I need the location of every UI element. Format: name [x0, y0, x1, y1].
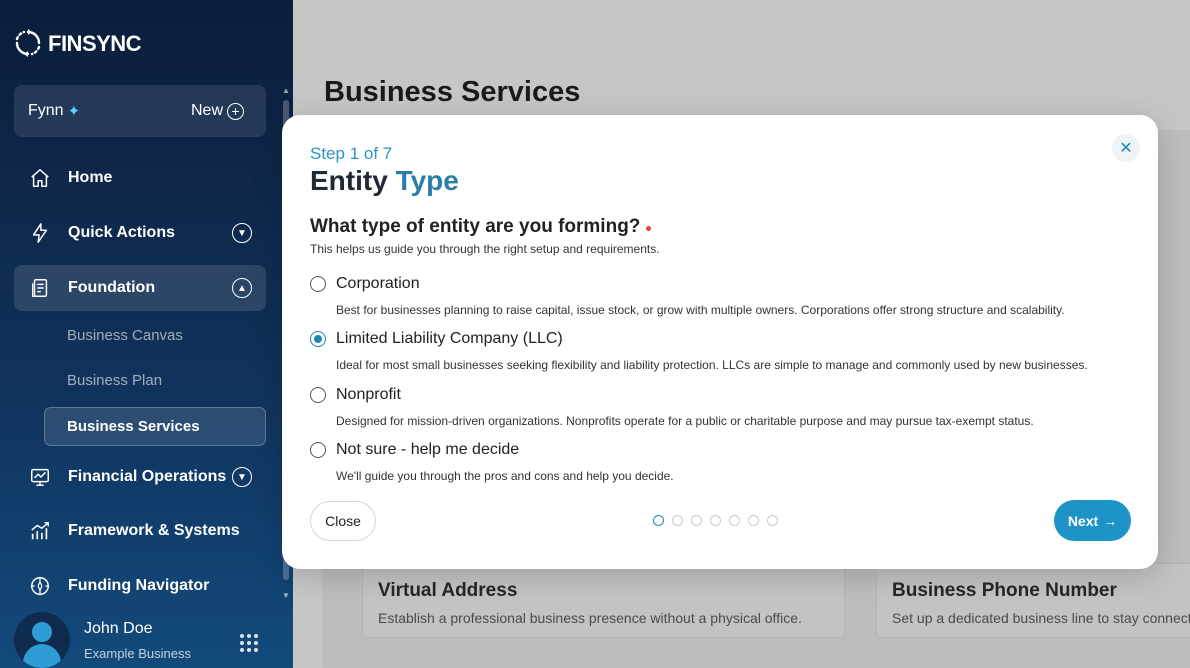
- close-button[interactable]: Close: [310, 501, 376, 541]
- sparkle-icon: ✦: [67, 103, 81, 120]
- option-description: Designed for mission-driven organization…: [336, 414, 1034, 428]
- radio-llc[interactable]: [310, 331, 326, 347]
- plus-circle-icon: +: [227, 102, 244, 120]
- next-button[interactable]: Next →: [1054, 500, 1131, 541]
- option-label: Limited Liability Company (LLC): [336, 330, 563, 347]
- assistant-button[interactable]: Fynn ✦: [28, 102, 80, 120]
- nav-label: Financial Operations: [68, 468, 227, 485]
- modal-title: Entity Type: [310, 165, 459, 197]
- nav-label: Quick Actions: [68, 224, 175, 241]
- scroll-down-icon[interactable]: ▼: [282, 591, 290, 600]
- document-icon: [28, 276, 52, 300]
- assistant-bar: Fynn ✦ New +: [14, 85, 266, 137]
- nav-home[interactable]: Home: [14, 155, 266, 201]
- close-icon[interactable]: ✕: [1112, 134, 1140, 162]
- user-business: Example Business: [84, 646, 191, 661]
- option-nonprofit[interactable]: Nonprofit Designed for mission-driven or…: [310, 386, 1130, 428]
- option-description: Best for businesses planning to raise ca…: [336, 303, 1065, 317]
- lightning-icon: [28, 221, 52, 245]
- compass-icon: [28, 574, 52, 598]
- option-label: Nonprofit: [336, 386, 401, 403]
- radio-nonprofit[interactable]: [310, 387, 326, 403]
- nav-label: Foundation: [68, 279, 156, 296]
- option-description: We'll guide you through the pros and con…: [336, 469, 674, 483]
- nav-label: Home: [68, 169, 113, 186]
- assistant-name: Fynn: [28, 102, 64, 119]
- next-label: Next: [1067, 512, 1099, 529]
- step-dot: [672, 515, 683, 526]
- step-dot: [767, 515, 778, 526]
- radio-not-sure[interactable]: [310, 442, 326, 458]
- required-indicator: [646, 225, 652, 231]
- option-corporation[interactable]: Corporation Best for businesses planning…: [310, 275, 1130, 317]
- option-label: Corporation: [336, 275, 420, 292]
- sub-business-services[interactable]: Business Services: [44, 407, 266, 446]
- avatar: [14, 612, 70, 668]
- entity-type-modal: Step 1 of 7 Entity Type ✕ What type of e…: [282, 115, 1158, 569]
- page-title: Business Services: [324, 76, 581, 108]
- nav-foundation[interactable]: Foundation ▲: [14, 265, 266, 311]
- chevron-down-icon[interactable]: ▼: [232, 467, 252, 487]
- nav-funding-navigator[interactable]: Funding Navigator: [14, 563, 266, 609]
- brand-name: FINSYNC: [48, 31, 142, 56]
- card-description: Establish a professional business presen…: [378, 610, 802, 626]
- option-label: Not sure - help me decide: [336, 441, 520, 458]
- option-description: Ideal for most small businesses seeking …: [336, 358, 1088, 372]
- title-part-1: Entity: [310, 165, 396, 196]
- question-text: What type of entity are you forming?: [310, 216, 641, 237]
- sub-business-canvas[interactable]: Business Canvas: [67, 327, 183, 344]
- card-title: Virtual Address: [378, 580, 518, 601]
- title-part-2: Type: [395, 165, 459, 196]
- nav-quick-actions[interactable]: Quick Actions ▼: [14, 210, 266, 256]
- nav-label: Framework & Systems: [68, 522, 240, 539]
- question-label: What type of entity are you forming?: [310, 216, 652, 238]
- chevron-down-icon[interactable]: ▼: [232, 223, 252, 243]
- apps-grid-icon[interactable]: [240, 634, 258, 652]
- option-not-sure[interactable]: Not sure - help me decide We'll guide yo…: [310, 441, 1130, 483]
- step-dot: [653, 515, 664, 526]
- chevron-up-icon[interactable]: ▲: [232, 278, 252, 298]
- nav-framework-systems[interactable]: Framework & Systems: [14, 508, 266, 554]
- step-indicator: Step 1 of 7: [310, 144, 393, 163]
- user-profile[interactable]: John Doe Example Business: [14, 612, 274, 668]
- card-title: Business Phone Number: [892, 580, 1117, 601]
- step-dot: [691, 515, 702, 526]
- sidebar: FINSYNC Fynn ✦ New + Home Quick Actions …: [0, 0, 293, 668]
- radio-corporation[interactable]: [310, 276, 326, 292]
- arrow-right-icon: →: [1103, 512, 1118, 529]
- option-llc[interactable]: Limited Liability Company (LLC) Ideal fo…: [310, 330, 1130, 372]
- home-icon: [28, 166, 52, 190]
- question-helper: This helps us guide you through the righ…: [310, 242, 660, 256]
- monitor-chart-icon: [28, 465, 52, 489]
- nav-label: Funding Navigator: [68, 577, 210, 594]
- new-label: New: [190, 102, 223, 119]
- service-card-virtual-address[interactable]: Virtual Address Establish a professional…: [362, 563, 845, 638]
- step-dot: [748, 515, 759, 526]
- scroll-up-icon[interactable]: ▲: [282, 86, 290, 95]
- user-name: John Doe: [84, 620, 153, 637]
- card-description: Set up a dedicated business line to stay…: [892, 610, 1190, 626]
- growth-chart-icon: [28, 519, 52, 543]
- sync-logo-icon: [15, 29, 41, 57]
- step-progress-dots: [653, 515, 778, 526]
- brand-logo[interactable]: FINSYNC: [14, 28, 142, 60]
- sub-business-plan[interactable]: Business Plan: [67, 372, 162, 389]
- step-dot: [729, 515, 740, 526]
- service-card-phone-number[interactable]: Business Phone Number Set up a dedicated…: [876, 563, 1190, 638]
- nav-financial-operations[interactable]: Financial Operations ▼: [14, 454, 266, 500]
- step-dot: [710, 515, 721, 526]
- new-chat-button[interactable]: New +: [191, 102, 244, 120]
